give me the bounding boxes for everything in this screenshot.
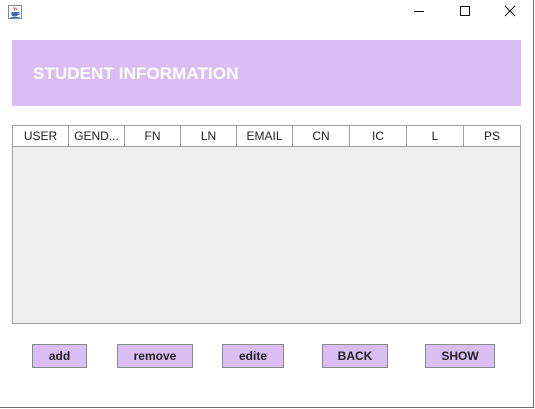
add-button[interactable]: add bbox=[32, 344, 87, 368]
column-header-ps[interactable]: PS bbox=[464, 126, 520, 146]
java-cup-icon bbox=[7, 4, 23, 20]
title-bar[interactable] bbox=[0, 0, 533, 26]
edit-button[interactable]: edite bbox=[222, 344, 284, 368]
header-panel: STUDENT INFORMATION bbox=[12, 40, 521, 106]
column-header-user[interactable]: USER bbox=[13, 126, 69, 146]
column-header-fn[interactable]: FN bbox=[125, 126, 181, 146]
column-header-email[interactable]: EMAIL bbox=[237, 126, 293, 146]
column-header-gender[interactable]: GEND... bbox=[69, 126, 125, 146]
column-header-ln[interactable]: LN bbox=[181, 126, 237, 146]
minimize-icon bbox=[413, 4, 425, 22]
column-header-ic[interactable]: IC bbox=[350, 126, 407, 146]
minimize-button[interactable] bbox=[396, 0, 442, 26]
show-button[interactable]: SHOW bbox=[425, 344, 495, 368]
back-button[interactable]: BACK bbox=[322, 344, 388, 368]
student-table[interactable]: USER GEND... FN LN EMAIL CN IC L PS bbox=[12, 125, 521, 324]
close-icon bbox=[504, 4, 516, 22]
maximize-icon bbox=[459, 4, 471, 22]
table-body[interactable] bbox=[13, 147, 520, 323]
remove-button[interactable]: remove bbox=[117, 344, 193, 368]
table-header: USER GEND... FN LN EMAIL CN IC L PS bbox=[13, 126, 520, 147]
column-header-l[interactable]: L bbox=[407, 126, 464, 146]
column-header-cn[interactable]: CN bbox=[293, 126, 350, 146]
maximize-button[interactable] bbox=[442, 0, 488, 26]
app-window: STUDENT INFORMATION USER GEND... FN LN E… bbox=[0, 0, 534, 408]
close-button[interactable] bbox=[487, 0, 533, 26]
page-title: STUDENT INFORMATION bbox=[33, 64, 239, 83]
